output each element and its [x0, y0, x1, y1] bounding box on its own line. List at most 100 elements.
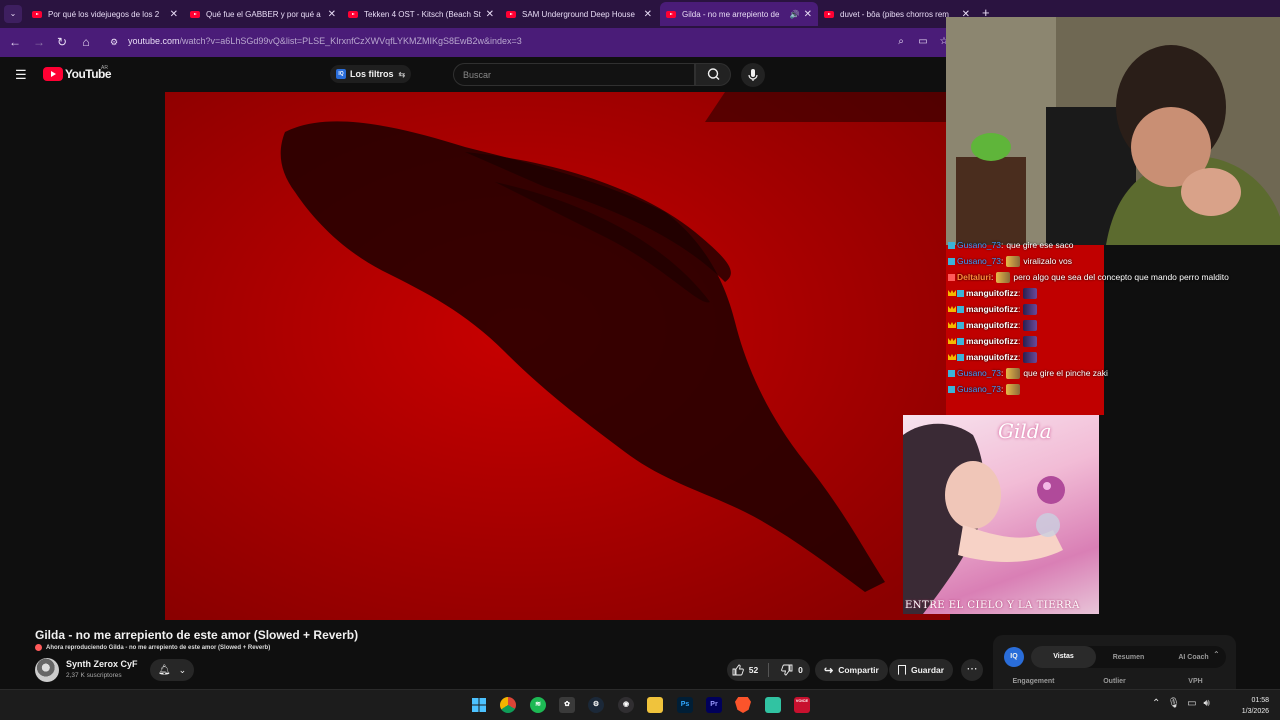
clock[interactable]: 01:58 1/3/2026 — [1224, 695, 1269, 717]
url-path: /watch?v=a6LhSGd99vQ&list=PLSE_KIrxnfCzX… — [179, 36, 522, 46]
brave-icon[interactable] — [735, 697, 751, 713]
chat-message: Gusano_73: que gire ese saco — [948, 237, 1280, 253]
zoom-icon[interactable]: ⌕ — [893, 34, 909, 50]
browser-tab-1[interactable]: Por qué los videjuegos de los 2 ✕ — [26, 2, 184, 26]
search-button[interactable] — [695, 63, 731, 86]
collapse-chevron-icon[interactable]: ⌃ — [1213, 650, 1220, 659]
dislike-button[interactable]: 0 — [774, 659, 810, 681]
close-icon[interactable]: ✕ — [804, 9, 812, 20]
obs-icon[interactable]: ◉ — [618, 697, 634, 713]
steam-icon[interactable]: ⚙ — [588, 697, 604, 713]
address-toolbar: ← → ↻ ⌂ ⚙ youtube.com/watch?v=a6LhSGd99v… — [0, 28, 950, 57]
hamburger-menu-icon[interactable]: ☰ — [15, 67, 27, 83]
cast-icon[interactable]: ▭ — [915, 34, 931, 50]
volume-icon[interactable]: 🔊︎ — [1204, 698, 1210, 709]
chat-username[interactable]: Gusano_73 — [957, 240, 1001, 250]
youtube-logo[interactable]: YouTube AR — [43, 65, 112, 81]
bell-icon: 🔔︎ — [157, 664, 171, 676]
channel-avatar[interactable] — [35, 658, 59, 682]
share-button[interactable]: ↪ Compartir — [815, 659, 888, 681]
tab-search-chevron-icon[interactable]: ⌄ — [4, 5, 22, 23]
windows-start-icon[interactable] — [471, 697, 487, 713]
home-icon[interactable]: ⌂ — [78, 34, 94, 50]
chat-separator: : — [1017, 336, 1021, 346]
chat-username[interactable]: Gusano_73 — [957, 256, 1001, 266]
close-icon[interactable]: ✕ — [486, 9, 494, 20]
chat-emote-icon — [1006, 383, 1021, 395]
metric-outlier[interactable]: Outlier — [1074, 678, 1155, 685]
browser-tab-2[interactable]: Qué fue el GABBER y por qué a ✕ — [184, 2, 342, 26]
tray-chevron-icon[interactable]: ⌃ — [1152, 698, 1160, 709]
chat-separator: : — [1017, 304, 1021, 314]
crown-badge-icon — [948, 290, 956, 296]
browser-tab-4[interactable]: SAM Underground Deep House ✕ — [500, 2, 658, 26]
chat-username[interactable]: manguitofizz — [966, 288, 1018, 298]
speaker-icon[interactable]: 🔊 — [790, 10, 800, 19]
metric-engagement[interactable]: Engagement — [993, 678, 1074, 685]
search-input[interactable]: Buscar — [453, 63, 695, 86]
chat-username[interactable]: Gusano_73 — [957, 384, 1001, 394]
voicemod-icon[interactable]: VOICE — [794, 697, 810, 713]
browser-tab-3[interactable]: Tekken 4 OST - Kitsch (Beach St ✕ — [342, 2, 500, 26]
iq-tabs: Vistas Resumen AI Coach — [1031, 646, 1226, 668]
close-icon[interactable]: ✕ — [644, 9, 652, 20]
crown-badge-icon — [948, 338, 956, 344]
tab-title: duvet - bôa (pibes chorros rem — [840, 9, 949, 19]
premiere-icon[interactable]: Pr — [706, 697, 722, 713]
chat-username[interactable]: manguitofizz — [966, 352, 1018, 362]
chat-username[interactable]: manguitofizz — [966, 336, 1018, 346]
search-icon — [707, 68, 720, 80]
close-icon[interactable]: ✕ — [328, 9, 336, 20]
spotify-icon[interactable]: ≋ — [530, 697, 546, 713]
chat-separator: : — [1017, 320, 1021, 330]
chat-username[interactable]: Deltaluri — [957, 272, 991, 282]
iq-tab-resumen[interactable]: Resumen — [1096, 654, 1161, 661]
video-player[interactable] — [165, 92, 950, 620]
youtube-favicon-icon — [824, 10, 834, 18]
microphone-tray-icon[interactable]: 🎙︎ — [1167, 698, 1180, 709]
crown-badge-icon — [948, 322, 956, 328]
subscriber-badge-icon — [957, 289, 964, 297]
like-button[interactable]: 52 — [727, 659, 763, 681]
chat-emote-icon — [1006, 367, 1021, 379]
site-settings-icon[interactable]: ⚙ — [106, 34, 122, 50]
chat-message: Gusano_73: viralizalo vos — [948, 253, 1280, 269]
streamlabs-icon[interactable] — [765, 697, 781, 713]
now-playing-line: Ahora reproduciendo Gilda - no me arrepi… — [35, 644, 270, 651]
subscriber-badge-icon — [957, 321, 964, 329]
video-frame-silhouette — [165, 92, 950, 620]
save-button[interactable]: Guardar — [889, 659, 954, 681]
browser-tab-5-active[interactable]: Gilda - no me arrepiento de 🔊 ✕ — [660, 2, 818, 26]
album-art-image — [903, 423, 1065, 614]
metric-vph[interactable]: VPH — [1155, 678, 1236, 685]
url-field[interactable]: youtube.com/watch?v=a6LhSGd99vQ&list=PLS… — [128, 36, 522, 46]
chat-username[interactable]: Gusano_73 — [957, 368, 1001, 378]
channel-name[interactable]: Synth Zerox CyF — [66, 659, 138, 669]
close-icon[interactable]: ✕ — [170, 9, 178, 20]
file-explorer-icon[interactable] — [647, 697, 663, 713]
back-arrow-icon[interactable]: ← — [7, 34, 23, 50]
chat-separator: : — [1000, 240, 1004, 250]
thumbs-down-icon — [781, 664, 793, 676]
chat-username[interactable]: manguitofizz — [966, 320, 1018, 330]
iq-logo-icon: IQ — [1004, 647, 1024, 667]
chat-text: que gire el pinche zaki — [1023, 368, 1108, 378]
network-icon[interactable]: ▭ — [1187, 698, 1196, 709]
app-icon[interactable]: ✿ — [559, 697, 575, 713]
iq-metrics: Engagement Outlier VPH — [993, 678, 1236, 685]
tab-title: Gilda - no me arrepiento de — [682, 9, 780, 19]
subscriber-badge-icon — [948, 385, 955, 393]
forward-arrow-icon[interactable]: → — [31, 34, 47, 50]
chrome-icon[interactable] — [500, 697, 516, 713]
more-actions-icon[interactable]: ⋯ — [961, 659, 983, 681]
divider — [768, 663, 769, 677]
filters-button[interactable]: IQ Los filtros ⇆ — [330, 65, 412, 83]
notifications-button[interactable]: 🔔︎ ⌄ — [150, 659, 194, 681]
iq-tab-vistas[interactable]: Vistas — [1031, 646, 1096, 668]
photoshop-icon[interactable]: Ps — [677, 697, 693, 713]
chat-username[interactable]: manguitofizz — [966, 304, 1018, 314]
reload-icon[interactable]: ↻ — [54, 34, 70, 50]
chat-message: manguitofizz: — [948, 301, 1280, 317]
chat-separator: : — [991, 272, 994, 282]
voice-search-button[interactable] — [741, 63, 765, 87]
